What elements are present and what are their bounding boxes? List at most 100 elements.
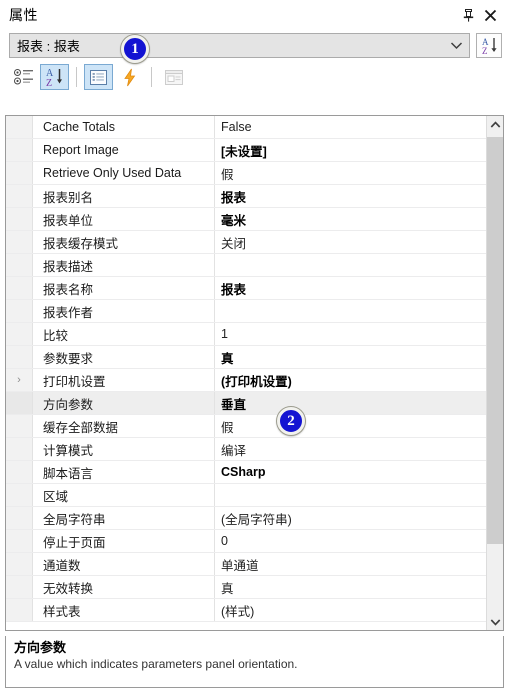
row-gutter [6,438,33,460]
table-row[interactable]: 报表单位 毫米 [6,208,486,231]
table-row[interactable]: 样式表 (样式) [6,599,486,622]
scrollbar-thumb[interactable] [487,137,503,544]
property-value: [未设置] [221,144,267,159]
pin-icon[interactable] [457,4,479,26]
table-row[interactable]: Retrieve Only Used Data 假 [6,162,486,185]
property-value-cell[interactable]: 真 [215,346,486,368]
property-grid-scrollbar[interactable] [486,116,503,630]
property-name-cell[interactable]: 缓存全部数据 [33,415,215,437]
property-name-cell[interactable]: 参数要求 [33,346,215,368]
table-row[interactable]: 参数要求 真 [6,346,486,369]
property-value-cell[interactable]: False [215,116,486,138]
callout-badge-1: 1 [121,35,149,63]
property-value-cell[interactable]: 关闭 [215,231,486,253]
property-value-cell[interactable]: 编译 [215,438,486,460]
property-name-cell[interactable]: 打印机设置 [33,369,215,391]
property-value-cell[interactable]: [未设置] [215,139,486,161]
property-value-cell[interactable]: 垂直 [215,392,486,414]
table-row[interactable]: 停止于页面 0 [6,530,486,553]
row-gutter [6,277,33,299]
property-grid-rows: Cache Totals False Report Image [未设置] Retrie… [6,116,486,630]
table-row[interactable]: 无效转换 真 [6,576,486,599]
property-name-cell[interactable]: 报表描述 [33,254,215,276]
table-row[interactable]: 计算模式 编译 [6,438,486,461]
scroll-down-button[interactable] [487,613,503,630]
property-name-cell[interactable]: 方向参数 [33,392,215,414]
property-value-cell[interactable]: 假 [215,415,486,437]
table-row[interactable]: 报表名称 报表 [6,277,486,300]
chevron-right-icon[interactable]: › [17,374,21,386]
sort-az-button[interactable]: A Z [476,32,502,58]
table-row[interactable]: 方向参数 垂直 [6,392,486,415]
property-name-cell[interactable]: 脚本语言 [33,461,215,483]
svg-text:Z: Z [482,46,488,55]
scroll-up-button[interactable] [487,116,503,133]
toolbar-events-button[interactable] [115,64,144,90]
close-icon[interactable] [479,4,501,26]
table-row[interactable]: 报表别名 报表 [6,185,486,208]
toolbar-property-pages-button[interactable] [159,64,188,90]
property-value-cell[interactable]: 1 [215,323,486,345]
description-pane: 方向参数 A value which indicates parameters … [5,636,504,688]
property-name-cell[interactable]: 计算模式 [33,438,215,460]
table-row[interactable]: 脚本语言 CSharp [6,461,486,484]
property-value-cell[interactable]: 0 [215,530,486,552]
property-value: 0 [221,534,228,548]
scrollbar-track[interactable] [487,133,503,613]
table-row[interactable]: Cache Totals False [6,116,486,139]
property-name-cell[interactable]: Retrieve Only Used Data [33,162,215,184]
property-name-cell[interactable]: 报表单位 [33,208,215,230]
table-row[interactable]: › 打印机设置 (打印机设置) [6,369,486,392]
property-name-cell[interactable]: 报表缓存模式 [33,231,215,253]
property-name: 区域 [43,489,69,504]
toolbar-alphabetical-button[interactable]: A Z [40,64,69,90]
property-value-cell[interactable]: (样式) [215,599,486,621]
table-row[interactable]: 缓存全部数据 假 [6,415,486,438]
property-name-cell[interactable]: 报表别名 [33,185,215,207]
row-gutter [6,415,33,437]
table-row[interactable]: 区域 [6,484,486,507]
table-row[interactable]: 比较 1 [6,323,486,346]
property-name-cell[interactable]: 通道数 [33,553,215,575]
toolbar-categorized-button[interactable] [9,64,38,90]
property-name-cell[interactable]: 比较 [33,323,215,345]
table-row[interactable]: 报表作者 [6,300,486,323]
property-name-cell[interactable]: 全局字符串 [33,507,215,529]
chevron-down-icon [490,618,500,626]
property-name: 打印机设置 [43,374,106,389]
property-value-cell[interactable]: 真 [215,576,486,598]
table-row[interactable]: 全局字符串 (全局字符串) [6,507,486,530]
property-name-cell[interactable]: 无效转换 [33,576,215,598]
table-row[interactable]: 报表描述 [6,254,486,277]
property-name-cell[interactable]: 样式表 [33,599,215,621]
property-value-cell[interactable]: 毫米 [215,208,486,230]
property-value-cell[interactable] [215,484,486,506]
property-name-cell[interactable]: Report Image [33,139,215,161]
property-name-cell[interactable]: 区域 [33,484,215,506]
property-name: 无效转换 [43,581,94,596]
property-name-cell[interactable]: 停止于页面 [33,530,215,552]
property-value-cell[interactable]: CSharp [215,461,486,483]
row-gutter [6,461,33,483]
table-row[interactable]: 报表缓存模式 关闭 [6,231,486,254]
property-value-cell[interactable]: (全局字符串) [215,507,486,529]
toolbar-properties-button[interactable] [84,64,113,90]
property-name-cell[interactable]: Cache Totals [33,116,215,138]
table-row[interactable]: 通道数 单通道 [6,553,486,576]
property-value-cell[interactable]: 单通道 [215,553,486,575]
property-value-cell[interactable]: (打印机设置) [215,369,486,391]
property-name-cell[interactable]: 报表作者 [33,300,215,322]
property-value-cell[interactable]: 报表 [215,185,486,207]
property-value-cell[interactable] [215,300,486,322]
property-name-cell[interactable]: 报表名称 [33,277,215,299]
table-row[interactable]: Report Image [未设置] [6,139,486,162]
chevron-down-icon[interactable] [445,41,467,50]
row-gutter [6,392,33,414]
property-value: 真 [221,351,234,366]
property-name: 停止于页面 [43,535,106,550]
object-selector-combobox[interactable]: 报表 : 报表 [9,32,470,58]
property-value-cell[interactable] [215,254,486,276]
property-value-cell[interactable]: 假 [215,162,486,184]
row-expander-toggle[interactable]: › [6,369,33,391]
property-value-cell[interactable]: 报表 [215,277,486,299]
